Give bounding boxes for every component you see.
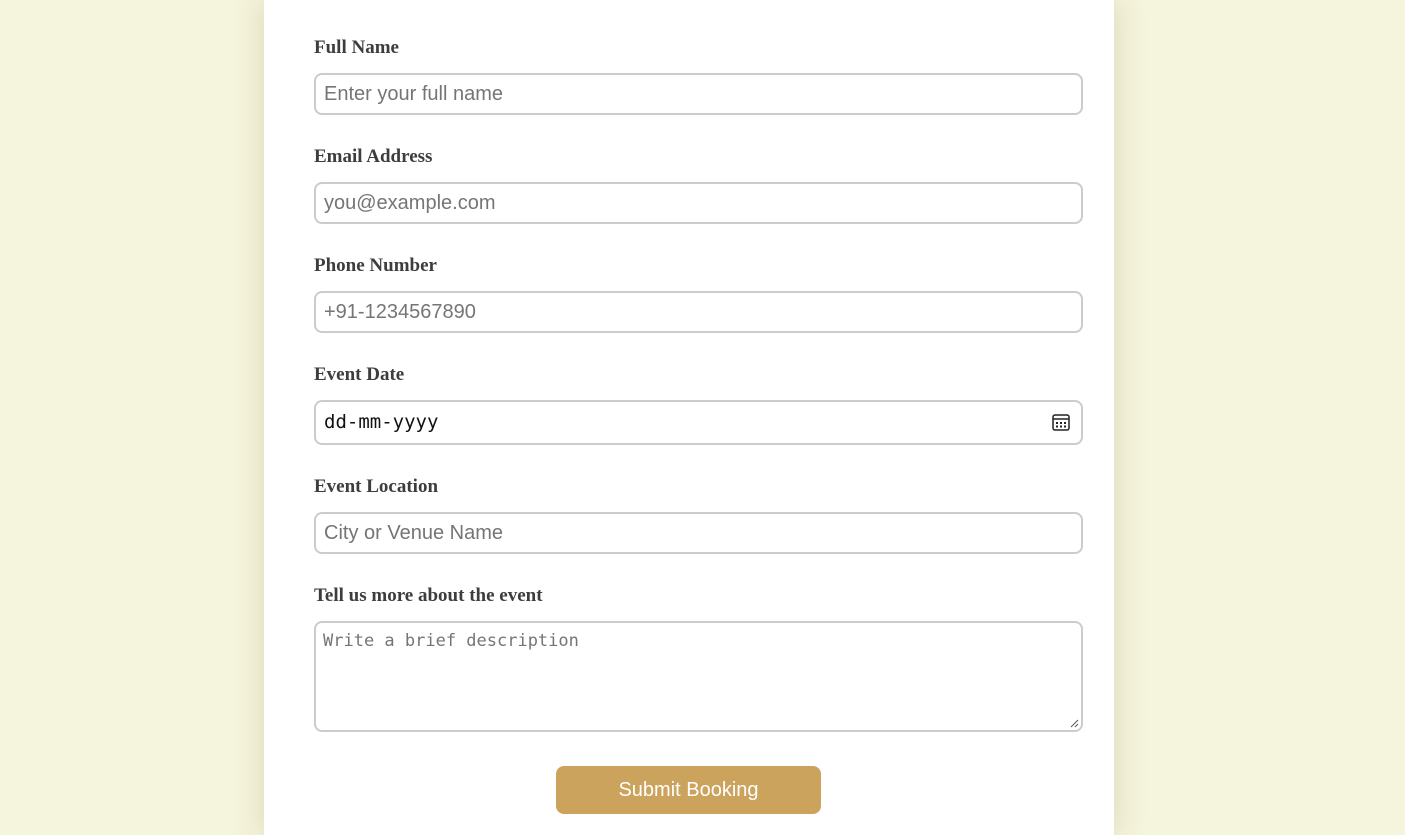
event-date-input[interactable]: dd-mm-yyyy [314,400,1083,445]
email-input[interactable]: you@example.com [314,182,1083,224]
phone-label: Phone Number [314,255,437,276]
description-textarea[interactable]: Write a brief description [314,621,1083,732]
full-name-placeholder: Enter your full name [324,83,503,105]
full-name-label: Full Name [314,37,399,58]
event-date-value[interactable]: dd-mm-yyyy [324,402,438,442]
event-location-label: Event Location [314,476,439,497]
submit-booking-button[interactable]: Submit Booking [556,766,821,814]
email-label: Email Address [314,146,433,167]
event-date-label: Event Date [314,364,405,385]
phone-placeholder: +91-1234567890 [324,301,476,323]
resize-handle-icon[interactable] [1069,718,1079,728]
description-placeholder: Write a brief description [323,631,579,651]
description-label: Tell us more about the event [314,585,543,606]
calendar-icon[interactable] [1051,412,1071,432]
booking-form-card: Full Name Enter your full name Email Add… [264,0,1114,835]
email-placeholder: you@example.com [324,192,496,214]
phone-input[interactable]: +91-1234567890 [314,291,1083,333]
event-location-placeholder: City or Venue Name [324,522,503,544]
full-name-input[interactable]: Enter your full name [314,73,1083,115]
event-location-input[interactable]: City or Venue Name [314,512,1083,554]
